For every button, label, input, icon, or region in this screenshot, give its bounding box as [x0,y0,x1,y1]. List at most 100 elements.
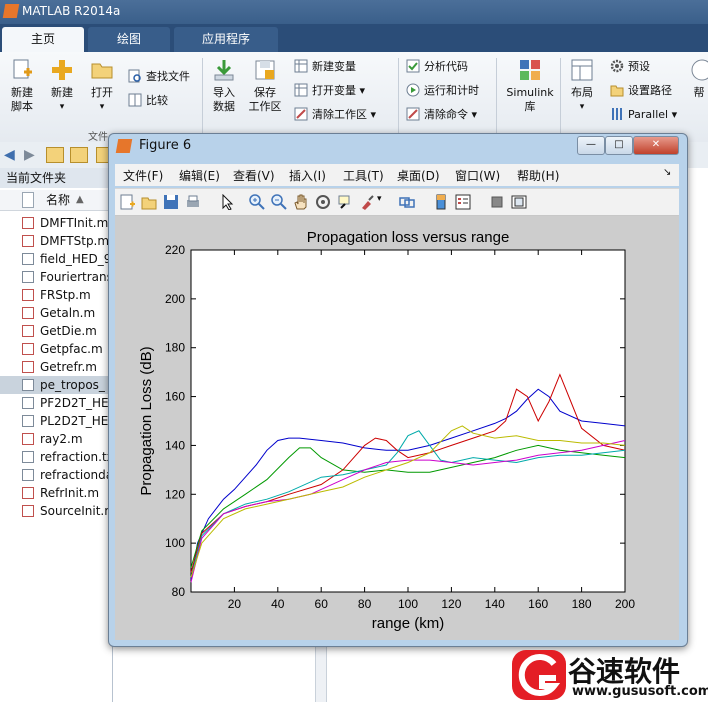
file-list-item[interactable]: Fouriertrans [0,268,112,286]
figure-menu-bar: 文件(F) 编辑(E) 查看(V) 插入(I) 工具(T) 桌面(D) 窗口(W… [115,164,679,186]
hide-plot-tools-icon[interactable] [489,194,505,210]
file-list-item[interactable]: PL2D2T_HEI [0,412,112,430]
file-list-header[interactable]: 名称 ▲ [0,190,112,211]
simulink-icon [518,58,542,82]
show-plot-tools-icon[interactable] [511,194,527,210]
y-tick-label: 100 [165,536,185,550]
new-button[interactable]: 新建 ▾ [42,58,82,114]
zoom-in-icon[interactable] [249,194,265,210]
tab-home[interactable]: 主页 [2,27,84,52]
file-list-item[interactable]: SourceInit.m [0,502,112,520]
new-figure-icon[interactable] [119,194,135,210]
preferences-button[interactable]: 预设 [610,58,650,76]
name-column-header[interactable]: 名称 [46,190,70,210]
pointer-icon[interactable] [219,194,235,210]
file-icon [22,433,34,445]
menu-window[interactable]: 窗口(W) [455,167,500,184]
new-variable-button[interactable]: 新建变量 [294,58,356,76]
propagation-loss-chart[interactable]: 20 40 60 80 100 120 140 160 180 200 80 100 120 140 160… [115,216,679,640]
menu-tools[interactable]: 工具(T) [343,167,384,184]
file-icon [22,307,34,319]
open-variable-button[interactable]: 打开变量 ▾ [294,82,365,100]
file-list-item[interactable]: DMFTInit.m [0,214,112,232]
file-list-item[interactable]: Getpfac.m [0,340,112,358]
save-icon[interactable] [163,194,179,210]
tab-plots[interactable]: 绘图 [88,27,170,52]
file-list-item[interactable]: field_HED_9 [0,250,112,268]
figure-canvas[interactable]: 20 40 60 80 100 120 140 160 180 200 80 100 120 140 160… [115,216,679,640]
simulink-library-button[interactable]: Simulink 库 [504,58,556,114]
file-list-item[interactable]: ray2.m [0,430,112,448]
rotate-3d-icon[interactable] [315,194,331,210]
browse-folder-icon[interactable] [46,147,64,163]
brush-dropdown-icon[interactable]: ▾ [377,194,382,204]
file-name: refraction.tx [40,450,112,464]
clear-commands-button[interactable]: 清除命令 ▾ [406,106,477,124]
file-list-item[interactable]: Getaln.m [0,304,112,322]
new-script-button[interactable]: 新建 脚本 [2,58,42,114]
y-tick-label: 180 [165,341,185,355]
x-tick-label: 180 [572,597,592,611]
colorbar-icon[interactable] [433,194,449,210]
legend-icon[interactable] [455,194,471,210]
forward-arrow-icon[interactable]: ▶ [24,147,35,163]
layout-label: 布局 [571,86,593,99]
menu-view[interactable]: 查看(V) [233,167,275,184]
menu-edit[interactable]: 编辑(E) [179,167,220,184]
parallel-button[interactable]: Parallel ▾ [610,106,677,124]
file-list-item[interactable]: RefrInit.m [0,484,112,502]
figure-window[interactable]: Figure 6 — □ ✕ 文件(F) 编辑(E) 查看(V) 插入(I) 工… [108,133,688,647]
folder-open-icon [90,58,114,82]
file-list-item[interactable]: FRStp.m [0,286,112,304]
print-icon[interactable] [185,194,201,210]
up-folder-icon[interactable] [70,147,88,163]
close-button[interactable]: ✕ [633,136,679,155]
file-icon [22,361,34,373]
minimize-button[interactable]: — [577,136,605,155]
brush-icon[interactable] [359,194,375,210]
file-list-item[interactable]: Getrefr.m [0,358,112,376]
back-arrow-icon[interactable]: ◀ [4,147,15,163]
find-files-button[interactable]: 查找文件 [128,68,190,86]
help-button[interactable]: 帮 [690,58,708,100]
file-list-item[interactable]: PF2D2T_HEI [0,394,112,412]
link-plot-icon[interactable] [399,194,415,210]
menu-help[interactable]: 帮助(H) [517,167,559,184]
compare-button[interactable]: 比较 [128,92,168,110]
find-files-label: 查找文件 [146,70,190,83]
layout-button[interactable]: 布局 ▾ [562,58,602,114]
save-workspace-button[interactable]: 保存 工作区 [245,58,285,114]
menu-desktop[interactable]: 桌面(D) [397,167,440,184]
import-data-button[interactable]: 导入 数据 [204,58,244,114]
file-list-item[interactable]: pe_tropos_ [0,376,112,394]
app-title: MATLAB R2014a [22,4,121,18]
run-and-time-button[interactable]: 运行和计时 [406,82,479,100]
dock-arrow-icon[interactable]: ↘ [663,167,671,178]
maximize-button[interactable]: □ [605,136,633,155]
data-cursor-icon[interactable] [337,194,353,210]
set-path-button[interactable]: 设置路径 [610,82,672,100]
file-list-item[interactable]: DMFTStp.m [0,232,112,250]
matlab-logo-icon [2,4,20,18]
current-folder-panel: 当前文件夹 名称 ▲ DMFTInit.m DMFTStp.m field_HED_… [0,168,113,702]
menu-insert[interactable]: 插入(I) [289,167,326,184]
file-icon [22,451,34,463]
file-icon [22,271,34,283]
zoom-out-icon[interactable] [271,194,287,210]
help-label: 帮 [693,86,705,99]
clear-workspace-button[interactable]: 清除工作区 ▾ [294,106,376,124]
file-list-item[interactable]: refractionda [0,466,112,484]
open-file-icon[interactable] [141,194,157,210]
clear-commands-icon [406,107,420,121]
pan-hand-icon[interactable] [293,194,309,210]
file-list-item[interactable]: refraction.tx [0,448,112,466]
analyze-code-button[interactable]: 分析代码 [406,58,468,76]
save-workspace-icon [253,58,277,82]
menu-file[interactable]: 文件(F) [123,167,163,184]
tab-apps[interactable]: 应用程序 [174,27,278,52]
sort-asc-icon[interactable]: ▲ [76,190,84,210]
y-tick-label: 200 [165,292,185,306]
open-button[interactable]: 打开 ▾ [82,58,122,114]
matlab-title-bar: MATLAB R2014a [0,0,708,24]
file-list-item[interactable]: GetDie.m [0,322,112,340]
